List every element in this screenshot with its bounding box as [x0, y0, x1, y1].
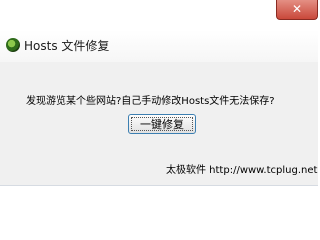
- one-click-fix-button[interactable]: 一键修复: [128, 114, 196, 134]
- footer-credit: 太极软件 http://www.tcplug.net: [166, 165, 318, 176]
- window-title: Hosts 文件修复: [24, 39, 110, 53]
- app-icon: [6, 38, 20, 52]
- close-button[interactable]: ✕: [276, 0, 318, 20]
- window-bottom-border: [0, 185, 318, 186]
- question-text: 发现游览某个些网站?自己手动修改Hosts文件无法保存?: [26, 96, 275, 107]
- title-bar[interactable]: Hosts 文件修复: [0, 30, 318, 62]
